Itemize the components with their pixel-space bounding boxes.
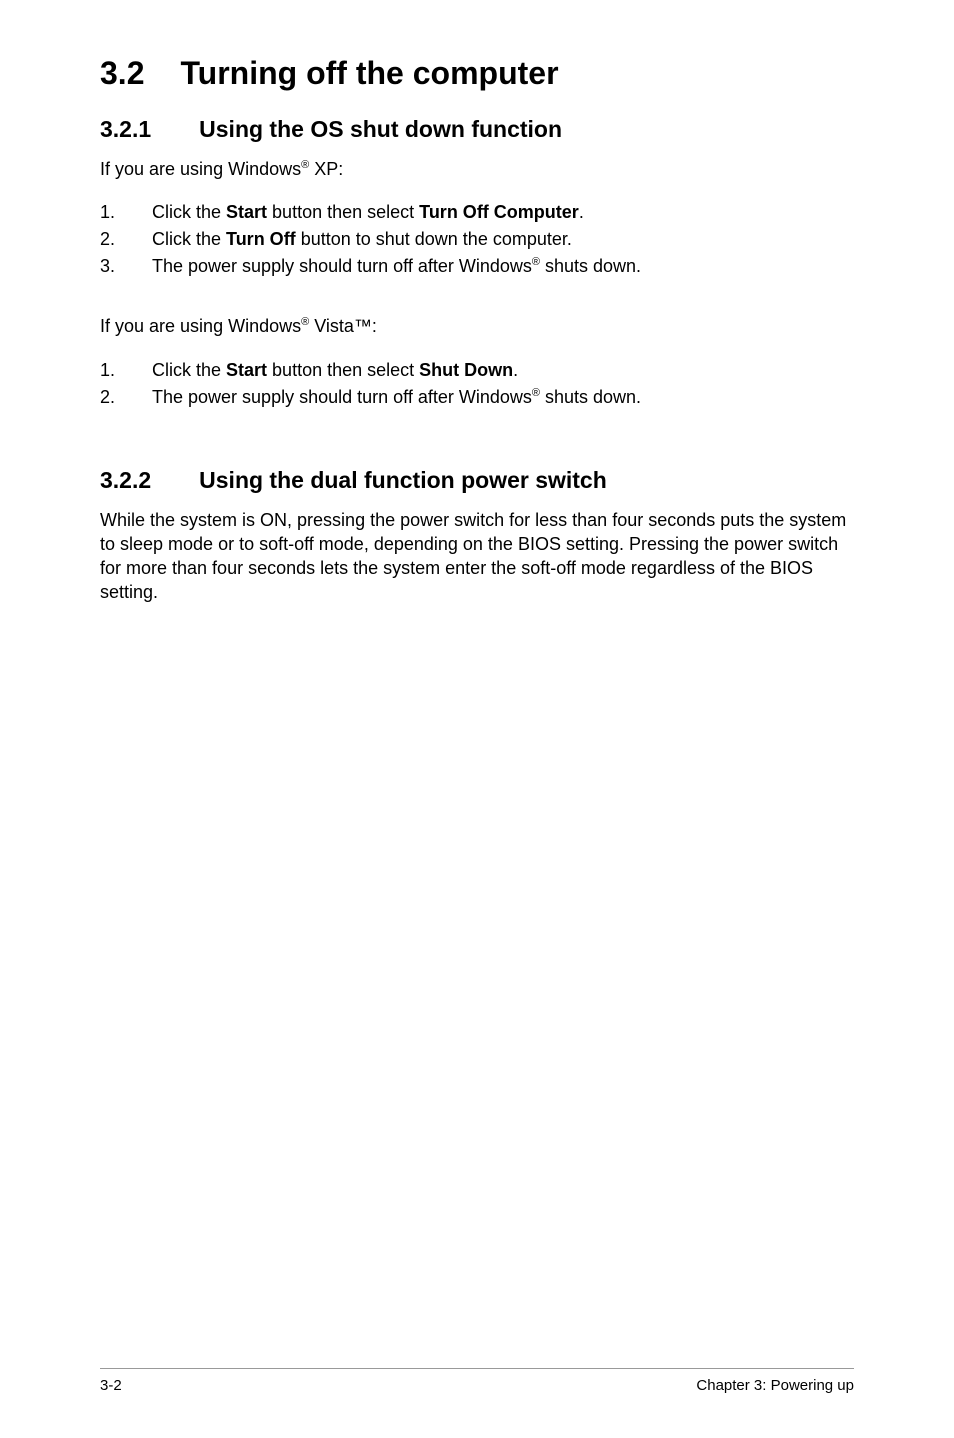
text-segment: Click the [152, 229, 226, 249]
list-number: 1. [100, 357, 118, 384]
registered-symbol: ® [532, 256, 540, 268]
subsection-title-text: Using the OS shut down function [199, 116, 562, 143]
footer-divider [100, 1368, 854, 1369]
text-segment: Click the [152, 360, 226, 380]
list-item: 1. Click the Start button then select Tu… [100, 199, 854, 226]
list-number: 2. [100, 384, 118, 411]
intro-xp: If you are using Windows® XP: [100, 157, 854, 181]
text-segment: button to shut down the computer. [296, 229, 572, 249]
list-text: Click the Start button then select Turn … [152, 199, 584, 226]
vista-steps-list: 1. Click the Start button then select Sh… [100, 357, 854, 411]
list-item: 2. The power supply should turn off afte… [100, 384, 854, 411]
page-number: 3-2 [100, 1377, 122, 1394]
intro-vista-pre: If you are using Windows [100, 316, 301, 336]
text-segment: shuts down. [540, 256, 641, 276]
section-number: 3.2 [100, 55, 144, 92]
list-item: 2. Click the Turn Off button to shut dow… [100, 226, 854, 253]
bold-text: Shut Down [419, 360, 513, 380]
list-item: 3. The power supply should turn off afte… [100, 253, 854, 280]
intro-vista: If you are using Windows® Vista™: [100, 314, 854, 338]
list-text: The power supply should turn off after W… [152, 253, 641, 280]
list-text: Click the Start button then select Shut … [152, 357, 518, 384]
bold-text: Start [226, 202, 267, 222]
registered-symbol: ® [301, 159, 309, 171]
chapter-label: Chapter 3: Powering up [696, 1377, 854, 1394]
xp-steps-list: 1. Click the Start button then select Tu… [100, 199, 854, 280]
text-segment: shuts down. [540, 387, 641, 407]
subsection-title-text: Using the dual function power switch [199, 467, 607, 494]
subsection-number: 3.2.2 [100, 467, 151, 494]
page-footer: 3-2 Chapter 3: Powering up [100, 1368, 854, 1394]
subsection-title: 3.2.1 Using the OS shut down function [100, 116, 854, 143]
list-number: 3. [100, 253, 118, 280]
text-segment: button then select [267, 202, 419, 222]
text-segment: The power supply should turn off after W… [152, 256, 532, 276]
section-title-text: Turning off the computer [180, 55, 558, 92]
text-segment: Click the [152, 202, 226, 222]
text-segment: . [513, 360, 518, 380]
list-text: Click the Turn Off button to shut down t… [152, 226, 572, 253]
bold-text: Turn Off [226, 229, 296, 249]
text-segment: The power supply should turn off after W… [152, 387, 532, 407]
intro-vista-post: Vista™: [309, 316, 377, 336]
bold-text: Turn Off Computer [419, 202, 579, 222]
list-item: 1. Click the Start button then select Sh… [100, 357, 854, 384]
text-segment: button then select [267, 360, 419, 380]
intro-xp-post: XP: [309, 159, 343, 179]
bold-text: Start [226, 360, 267, 380]
section-title: 3.2 Turning off the computer [100, 55, 854, 92]
text-segment: . [579, 202, 584, 222]
list-number: 1. [100, 199, 118, 226]
intro-xp-pre: If you are using Windows [100, 159, 301, 179]
registered-symbol: ® [301, 316, 309, 328]
subsection-number: 3.2.1 [100, 116, 151, 143]
list-number: 2. [100, 226, 118, 253]
registered-symbol: ® [532, 387, 540, 399]
subsection-title: 3.2.2 Using the dual function power swit… [100, 467, 854, 494]
body-paragraph: While the system is ON, pressing the pow… [100, 508, 854, 605]
list-text: The power supply should turn off after W… [152, 384, 641, 411]
